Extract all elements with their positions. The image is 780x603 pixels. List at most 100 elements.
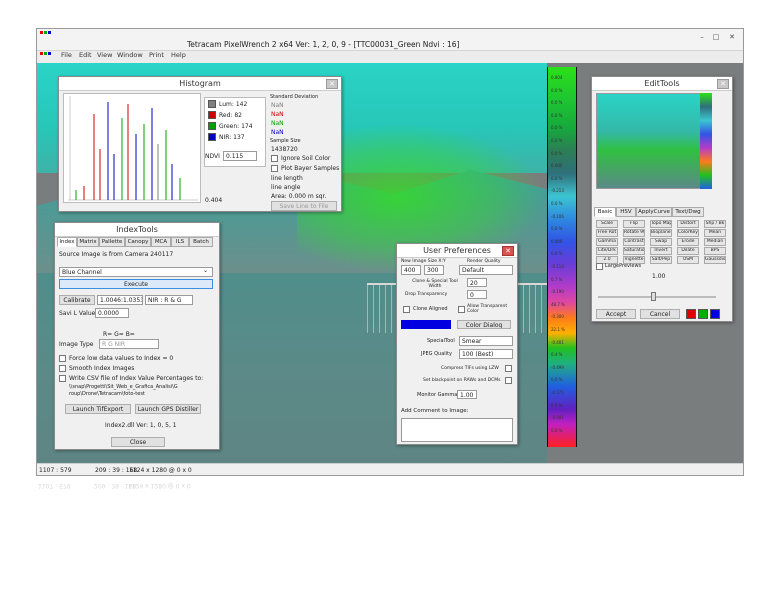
save-line-button[interactable]: Save Line to File [271,201,337,211]
tab-basic[interactable]: Basic [594,207,616,217]
edit-tool-button[interactable]: Rotate 90 [623,229,645,237]
edit-tool-button[interactable]: Saturation [623,247,645,255]
blue-channel-toggle[interactable] [710,309,720,319]
accept-button[interactable]: Accept [596,309,636,319]
tab-index[interactable]: Index [57,237,77,247]
status-coords: 1107 : 579 [39,467,72,474]
close-icon[interactable]: ✕ [502,246,514,256]
edit-tool-button[interactable]: Mean [704,229,726,237]
edit-tool-button[interactable]: Swap [650,238,672,246]
maximize-button[interactable]: □ [711,34,721,42]
clone-width-field[interactable]: 20 [467,278,487,287]
chevron-down-icon: ⌄ [203,267,209,274]
comment-field[interactable] [401,418,513,442]
menu-edit[interactable]: Edit [79,51,92,59]
tab-mca[interactable]: MCA [151,237,171,247]
edit-tool-button[interactable]: Median [704,238,726,246]
special-tool-select[interactable]: Smear [459,336,513,346]
accent-color-swatch[interactable] [401,320,451,329]
tab-batch[interactable]: Batch [189,237,213,247]
nir-swatch[interactable] [208,133,216,141]
launch-gps-button[interactable]: Launch GPS Distiller [135,404,201,414]
cancel-button[interactable]: Cancel [640,309,680,319]
edit-tool-button[interactable]: Bioplanes [650,229,672,237]
edit-tool-button[interactable]: Gamma [596,238,618,246]
edit-tool-button[interactable]: Invert [650,247,672,255]
channel-select[interactable]: Blue Channel [59,267,213,277]
tab-ils[interactable]: ILS [171,237,189,247]
close-icon[interactable]: ✕ [717,79,729,89]
close-button[interactable]: Close [111,437,165,447]
edit-tool-button[interactable]: USM [677,256,699,264]
edit-tool-button[interactable]: Topo Map [650,220,672,228]
jpeg-select[interactable]: 100 (Best) [459,349,513,359]
menu-file[interactable]: File [61,51,72,59]
edit-tool-button[interactable]: Free Rot [596,229,618,237]
edit-tool-button[interactable]: Gaussdist [704,256,726,264]
minimize-button[interactable]: – [697,34,707,42]
allow-transparent-checkbox[interactable] [458,306,465,313]
edit-tool-button[interactable]: Salt/Pep [650,256,672,264]
color-dialog-button[interactable]: Color Dialog [457,320,511,329]
image-type-field[interactable]: R G NIR [99,339,159,349]
menu-print[interactable]: Print [149,51,164,59]
red-channel-toggle[interactable] [686,309,696,319]
histogram-plot [63,93,201,203]
edit-tool-button[interactable]: Erode [677,238,699,246]
force-low-checkbox[interactable] [59,355,66,362]
gamma-field[interactable]: 1.00 [457,390,477,399]
menu-view[interactable]: View [97,51,112,59]
tab-matrix[interactable]: Matrix [77,237,99,247]
size-x-field[interactable]: 400 [401,265,421,275]
clone-aligned-checkbox[interactable] [403,306,410,313]
edit-tool-button[interactable]: Contrast [623,238,645,246]
edit-tool-button[interactable]: Lite/Drk [596,247,618,255]
savi-field[interactable]: 0.0000 [95,308,129,318]
savi-label: Savi L Value [59,310,96,317]
menu-help[interactable]: Help [171,51,186,59]
plot-bayer-checkbox[interactable] [271,165,278,172]
compress-checkbox[interactable] [505,365,512,372]
edit-tool-button[interactable]: Dilate [677,247,699,255]
render-select[interactable]: Default [459,265,513,275]
write-csv-checkbox[interactable] [59,375,66,382]
size-y-field[interactable]: 300 [424,265,444,275]
tab-applycurve[interactable]: ApplyCurve [636,207,672,217]
large-previews-checkbox[interactable] [596,263,603,270]
menu-window[interactable]: Window [117,51,143,59]
close-icon[interactable]: ✕ [326,79,338,89]
slider-track[interactable] [598,296,716,298]
tab-text-dwg[interactable]: Text/Dwg [672,207,704,217]
ignore-soil-checkbox[interactable] [271,155,278,162]
close-window-button[interactable]: ✕ [727,34,737,42]
calibrate-value[interactable]: 1.0046:1.0353 [97,295,143,305]
index-tools-dialog: IndexTools Index Matrix Pallette Canopy … [54,222,220,450]
nir-select[interactable]: NIR : R & G [145,295,193,305]
drop-field[interactable]: 0 [467,290,487,299]
palette-value: -0.213 [551,188,564,194]
edit-tool-button[interactable]: BPS [704,247,726,255]
edit-tool-button[interactable]: Scale [596,220,618,228]
edit-tool-button[interactable]: ColorKey [677,229,699,237]
green-channel-toggle[interactable] [698,309,708,319]
palette-value: 0.0 % [551,125,563,131]
calibrate-button[interactable]: Calibrate [59,295,95,305]
lum-swatch[interactable] [208,100,216,108]
set-black-checkbox[interactable] [505,377,512,384]
edit-tool-button[interactable]: Shp / Bk [704,220,726,228]
execute-button[interactable]: Execute [59,279,213,289]
edit-tool-button[interactable]: Flip [623,220,645,228]
area-value: Area: 0.000 m sqr. [271,193,327,200]
tab-canopy[interactable]: Canopy [125,237,151,247]
launch-tifexport-button[interactable]: Launch TifExport [65,404,131,414]
green-swatch[interactable] [208,122,216,130]
status-bar: 1107 : 579 209 : 39 : 168 1124 x 1280 @ … [37,463,743,475]
smooth-checkbox[interactable] [59,365,66,372]
slider-thumb[interactable] [651,292,657,301]
ndvi-field[interactable]: 0.115 [223,151,257,161]
edit-tool-button[interactable]: Distort [677,220,699,228]
tab-pallette[interactable]: Pallette [99,237,125,247]
tab-hsv[interactable]: HSV [616,207,636,217]
jpeg-label: JPEG Quality [421,351,452,357]
red-swatch[interactable] [208,111,216,119]
